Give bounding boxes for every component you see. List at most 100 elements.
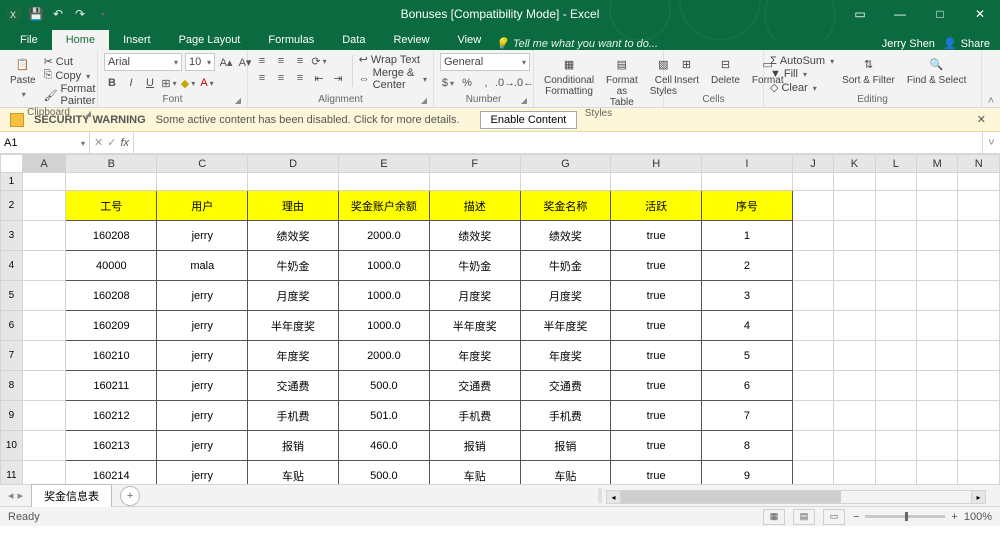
cell[interactable] <box>917 371 958 401</box>
column-header[interactable]: L <box>875 155 916 173</box>
sort-filter-button[interactable]: ⇅Sort & Filter <box>838 53 899 87</box>
maximize-icon[interactable]: □ <box>920 0 960 28</box>
cell[interactable]: 6 <box>702 371 793 401</box>
cell[interactable]: jerry <box>157 431 248 461</box>
cell[interactable]: 7 <box>702 401 793 431</box>
cell[interactable] <box>958 281 1000 311</box>
cell[interactable]: 手机费 <box>520 401 611 431</box>
cell[interactable] <box>429 173 520 191</box>
cell[interactable] <box>22 221 65 251</box>
column-header[interactable]: C <box>157 155 248 173</box>
cell[interactable] <box>22 281 65 311</box>
column-header[interactable]: F <box>429 155 520 173</box>
cell[interactable]: 160211 <box>66 371 157 401</box>
add-sheet-button[interactable]: + <box>120 486 140 506</box>
cell[interactable] <box>248 173 339 191</box>
underline-icon[interactable]: U <box>142 75 158 91</box>
cell[interactable] <box>157 173 248 191</box>
cell[interactable]: 160209 <box>66 311 157 341</box>
cell[interactable] <box>792 221 833 251</box>
cell[interactable]: 牛奶金 <box>248 251 339 281</box>
user-name[interactable]: Jerry Shen <box>882 38 935 50</box>
paste-button[interactable]: 📋Paste <box>6 53 40 100</box>
cell[interactable]: jerry <box>157 341 248 371</box>
redo-icon[interactable]: ↷ <box>72 6 88 22</box>
cell[interactable] <box>917 281 958 311</box>
cell[interactable] <box>792 341 833 371</box>
merge-center-button[interactable]: ⇔Merge & Center <box>359 67 427 91</box>
dialog-launcher-icon[interactable]: ◢ <box>521 96 527 105</box>
insert-cells-button[interactable]: ⊞Insert <box>670 53 703 87</box>
dialog-launcher-icon[interactable]: ◢ <box>421 96 427 105</box>
number-format-select[interactable]: General <box>440 53 530 71</box>
cell[interactable] <box>611 173 702 191</box>
cell[interactable]: true <box>611 431 702 461</box>
cell[interactable] <box>917 191 958 221</box>
cell[interactable] <box>834 401 875 431</box>
cell[interactable]: jerry <box>157 311 248 341</box>
column-header[interactable]: N <box>958 155 1000 173</box>
align-middle-icon[interactable]: ≡ <box>273 53 289 69</box>
cell[interactable] <box>22 251 65 281</box>
minimize-icon[interactable]: — <box>880 0 920 28</box>
conditional-formatting-button[interactable]: ▦Conditional Formatting <box>540 53 598 98</box>
spreadsheet-grid[interactable]: ABCDEFGHIJKLMN12工号用户理由奖金账户余额描述奖金名称活跃序号31… <box>0 154 1000 484</box>
column-header[interactable]: I <box>702 155 793 173</box>
decrease-indent-icon[interactable]: ⇤ <box>311 70 327 86</box>
scroll-right-icon[interactable]: ▸ <box>971 491 985 503</box>
column-header[interactable]: G <box>520 155 611 173</box>
cell[interactable]: 8 <box>702 431 793 461</box>
cell[interactable] <box>834 341 875 371</box>
align-right-icon[interactable]: ≡ <box>292 70 308 86</box>
cell[interactable] <box>834 371 875 401</box>
fx-icon[interactable]: fx <box>120 137 129 149</box>
row-header[interactable]: 5 <box>1 281 23 311</box>
cell[interactable] <box>22 401 65 431</box>
cell[interactable]: true <box>611 371 702 401</box>
cell[interactable]: mala <box>157 251 248 281</box>
cell[interactable]: 描述 <box>429 191 520 221</box>
cell[interactable]: 1000.0 <box>338 251 429 281</box>
cell[interactable]: 月度奖 <box>248 281 339 311</box>
horizontal-scrollbar[interactable]: ◂ ▸ <box>606 490 986 504</box>
cell[interactable]: 160212 <box>66 401 157 431</box>
cell[interactable]: 年度奖 <box>429 341 520 371</box>
cell[interactable] <box>66 173 157 191</box>
cell[interactable]: jerry <box>157 401 248 431</box>
cell[interactable] <box>792 173 833 191</box>
save-icon[interactable]: 💾 <box>28 6 44 22</box>
cell[interactable]: 9 <box>702 461 793 485</box>
cell[interactable]: true <box>611 401 702 431</box>
row-header[interactable]: 11 <box>1 461 23 485</box>
cell[interactable]: 用户 <box>157 191 248 221</box>
cell[interactable] <box>22 311 65 341</box>
cell[interactable]: 牛奶金 <box>520 251 611 281</box>
font-family-select[interactable]: Arial <box>104 53 182 71</box>
enter-formula-icon[interactable]: ✓ <box>107 136 116 149</box>
cell[interactable] <box>875 461 916 485</box>
cell[interactable] <box>792 461 833 485</box>
cell[interactable]: 2000.0 <box>338 221 429 251</box>
cell[interactable] <box>875 371 916 401</box>
scroll-left-icon[interactable]: ◂ <box>607 491 621 503</box>
cell[interactable]: 理由 <box>248 191 339 221</box>
copy-button[interactable]: ⎘Copy <box>44 69 96 82</box>
orientation-icon[interactable]: ⟳ <box>311 53 327 69</box>
fill-button[interactable]: ▼Fill <box>770 68 834 80</box>
cell[interactable] <box>917 251 958 281</box>
cell[interactable]: 交通费 <box>429 371 520 401</box>
cell[interactable]: 500.0 <box>338 371 429 401</box>
select-all-cell[interactable] <box>1 155 23 173</box>
cell[interactable] <box>958 461 1000 485</box>
border-icon[interactable]: ⊞ <box>161 75 177 91</box>
cell[interactable] <box>875 401 916 431</box>
cell[interactable] <box>958 191 1000 221</box>
dialog-launcher-icon[interactable]: ◢ <box>235 96 241 105</box>
cell[interactable]: 序号 <box>702 191 793 221</box>
cell[interactable]: 车贴 <box>520 461 611 485</box>
cell[interactable] <box>834 431 875 461</box>
cell[interactable] <box>958 221 1000 251</box>
row-header[interactable]: 4 <box>1 251 23 281</box>
cell[interactable]: 活跃 <box>611 191 702 221</box>
cell[interactable]: 交通费 <box>248 371 339 401</box>
